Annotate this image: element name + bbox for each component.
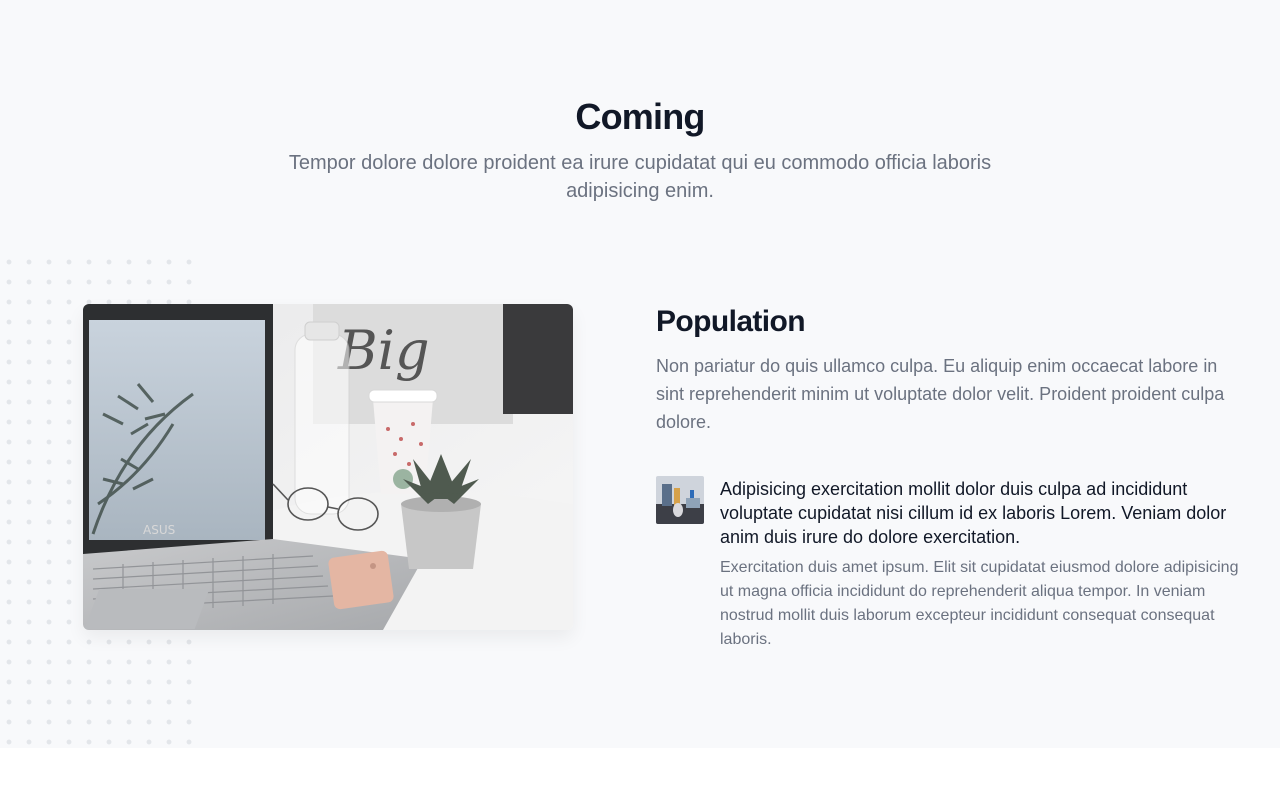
item-title: Adipisicing exercitation mollit dolor du… bbox=[720, 479, 1227, 547]
section-title: Coming bbox=[575, 96, 705, 137]
section-header: Coming Tempor dolore dolore proident ea … bbox=[0, 95, 1280, 205]
feature-description: Non pariatur do quis ullamco culpa. Eu a… bbox=[656, 356, 1225, 432]
feature-item: Adipisicing exercitation mollit dolor du… bbox=[656, 476, 1256, 652]
item-text: Exercitation duis amet ipsum. Elit sit c… bbox=[720, 559, 1239, 648]
section-subtitle: Tempor dolore dolore proident ea irure c… bbox=[288, 152, 992, 202]
feature-section: Coming Tempor dolore dolore proident ea … bbox=[0, 0, 1280, 748]
item-body: Adipisicing exercitation mollit dolor du… bbox=[720, 476, 1256, 652]
feature-title: Population bbox=[656, 305, 806, 338]
item-thumbnail-image bbox=[656, 476, 704, 524]
svg-text:Big: Big bbox=[337, 319, 430, 382]
feature-content: Population Non pariatur do quis ullamco … bbox=[656, 302, 1246, 436]
svg-text:ASUS: ASUS bbox=[143, 523, 175, 537]
laptop-photo: Big ASUS bbox=[83, 304, 573, 630]
